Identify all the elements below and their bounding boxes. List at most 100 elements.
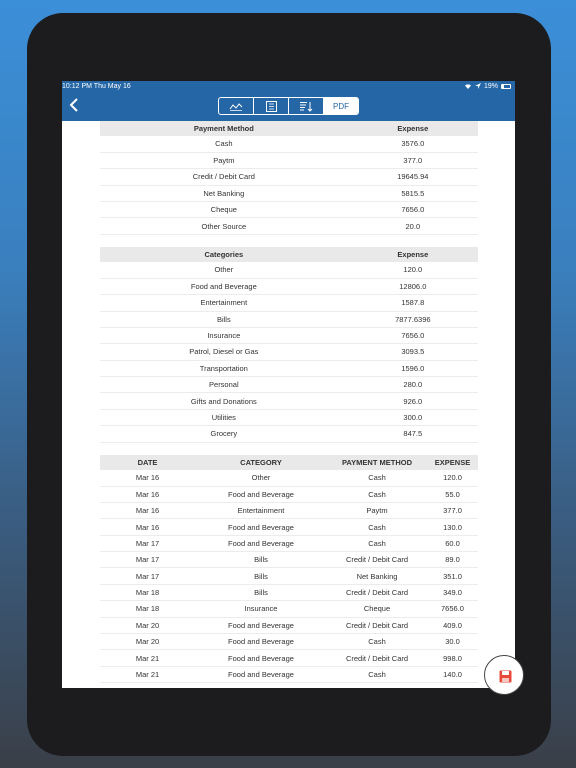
table-cell: Credit / Debit Card <box>327 649 427 667</box>
table-cell: Cash <box>327 633 427 651</box>
table-cell: Food and Beverage <box>195 486 327 503</box>
wifi-icon <box>464 83 472 91</box>
table-cell: Bills <box>195 551 327 569</box>
table-cell: Food and Beverage <box>195 617 327 635</box>
table-cell: Food and Beverage <box>195 666 327 684</box>
table-cell: Mar 16 <box>100 486 195 503</box>
table-cell: 1596.0 <box>347 360 478 378</box>
tab-chart[interactable] <box>219 98 254 114</box>
table-row: Net Banking 5815.5 <box>100 185 478 203</box>
table-row: Mar 16 Food and Beverage Cash 130.0 <box>100 518 478 536</box>
table-row: Cheque 7656.0 <box>100 201 478 219</box>
table-cell: 5815.5 <box>347 185 478 203</box>
chevron-left-icon <box>69 98 78 112</box>
table-cell: Cash <box>327 518 427 536</box>
table-cell: 30.0 <box>427 633 478 651</box>
table-cell: Cash <box>327 469 427 487</box>
column-header: Payment Method <box>100 121 348 136</box>
back-button[interactable] <box>67 96 81 115</box>
save-icon <box>499 670 512 683</box>
table-cell: Food and Beverage <box>100 278 348 296</box>
table-cell: 7656.0 <box>347 327 478 345</box>
table-cell: 3093.5 <box>347 343 478 361</box>
table-cell: Credit / Debit Card <box>327 551 427 569</box>
table-cell: 120.0 <box>347 261 478 279</box>
table-cell: 7656.0 <box>347 201 478 219</box>
table-cell: Grocery <box>100 425 348 443</box>
table-cell: Mar 16 <box>100 469 195 487</box>
tab-pdf[interactable]: PDF <box>324 98 358 114</box>
table-cell: Cheque <box>100 201 348 219</box>
table-cell: Other <box>100 261 348 279</box>
table-cell: 409.0 <box>427 617 478 635</box>
table-cell: Transportation <box>100 360 348 378</box>
table-cell: Food and Beverage <box>195 518 327 536</box>
table-cell: 130.0 <box>427 518 478 536</box>
table-cell: Cash <box>327 535 427 553</box>
column-header: Expense <box>347 246 478 262</box>
table-cell: 847.5 <box>347 425 478 443</box>
table-row: Mar 16 Entertainment Paytm 377.0 <box>100 502 478 520</box>
table-cell: Patrol, Diesel or Gas <box>100 343 348 361</box>
table-cell: Personal <box>100 376 348 394</box>
table-cell: Credit / Debit Card <box>327 584 427 602</box>
table-cell: Insurance <box>100 327 348 345</box>
battery-percent: 19% <box>483 83 498 90</box>
table-cell: Cash <box>327 666 427 684</box>
table-cell: 926.0 <box>347 392 478 410</box>
table-row: Bills 7877.6396 <box>100 311 478 328</box>
category-table: Categories Expense Other 120.0 Food and Bev… <box>100 246 478 443</box>
table-cell: Credit / Debit Card <box>327 617 427 635</box>
table-row: Food and Beverage 12806.0 <box>100 278 478 296</box>
table-cell: 300.0 <box>347 409 478 427</box>
table-row: Mar 21 Food and Beverage Cash 140.0 <box>100 666 478 684</box>
table-row: Other 120.0 <box>100 261 478 279</box>
table-row: Mar 17 Food and Beverage Cash 60.0 <box>100 535 478 553</box>
table-cell: Utilities <box>100 409 348 427</box>
column-header: DATE <box>100 454 195 470</box>
tab-list[interactable] <box>254 98 289 114</box>
table-cell: 377.0 <box>427 502 478 520</box>
table-cell: Net Banking <box>327 567 427 585</box>
status-day: Thu May 16 <box>93 83 131 90</box>
table-cell: Bills <box>100 311 348 328</box>
table-row: Utilities 300.0 <box>100 409 478 427</box>
table-cell: 12806.0 <box>347 278 478 296</box>
table-cell: Mar 16 <box>100 502 195 520</box>
table-row: Mar 20 Food and Beverage Credit / Debit Ca… <box>100 617 478 635</box>
table-cell: 120.0 <box>427 469 478 487</box>
battery-icon <box>501 84 511 89</box>
table-cell: Mar 21 <box>100 649 195 667</box>
line-chart-icon <box>229 102 243 111</box>
table-row: Mar 20 Food and Beverage Cash 30.0 <box>100 633 478 651</box>
table-cell: 3576.0 <box>347 136 478 153</box>
payment-method-table: Payment Method Expense Cash 3576.0 Paytm 377… <box>100 121 478 235</box>
table-cell: Mar 18 <box>100 584 195 602</box>
table-cell: Food and Beverage <box>195 649 327 667</box>
table-cell: 1587.8 <box>347 294 478 312</box>
table-cell: Mar 17 <box>100 567 195 585</box>
tab-sort[interactable] <box>289 98 324 114</box>
column-header: CATEGORY <box>195 454 327 470</box>
table-row: Paytm 377.0 <box>100 152 478 170</box>
table-cell: Cash <box>100 136 348 153</box>
location-icon <box>474 82 481 91</box>
table-cell: 55.0 <box>427 486 478 503</box>
table-cell: Mar 17 <box>100 551 195 569</box>
table-cell: Mar 18 <box>100 600 195 618</box>
table-row: Entertainment 1587.8 <box>100 294 478 312</box>
table-cell: Food and Beverage <box>195 633 327 651</box>
status-bar: 10:12 PM Thu May 16 19% <box>62 81 515 92</box>
table-row: Credit / Debit Card 19645.94 <box>100 168 478 186</box>
table-cell: 7877.6396 <box>347 311 478 328</box>
table-cell: 7656.0 <box>427 600 478 618</box>
table-cell: Bills <box>195 584 327 602</box>
table-cell: 140.0 <box>427 666 478 684</box>
table-cell: Credit / Debit Card <box>100 168 348 186</box>
table-cell: Paytm <box>327 502 427 520</box>
table-cell: Other Source <box>100 217 348 235</box>
table-cell: Insurance <box>195 600 327 618</box>
table-cell: 20.0 <box>347 217 478 235</box>
column-header: Expense <box>347 121 478 136</box>
save-fab-button[interactable] <box>484 655 524 695</box>
